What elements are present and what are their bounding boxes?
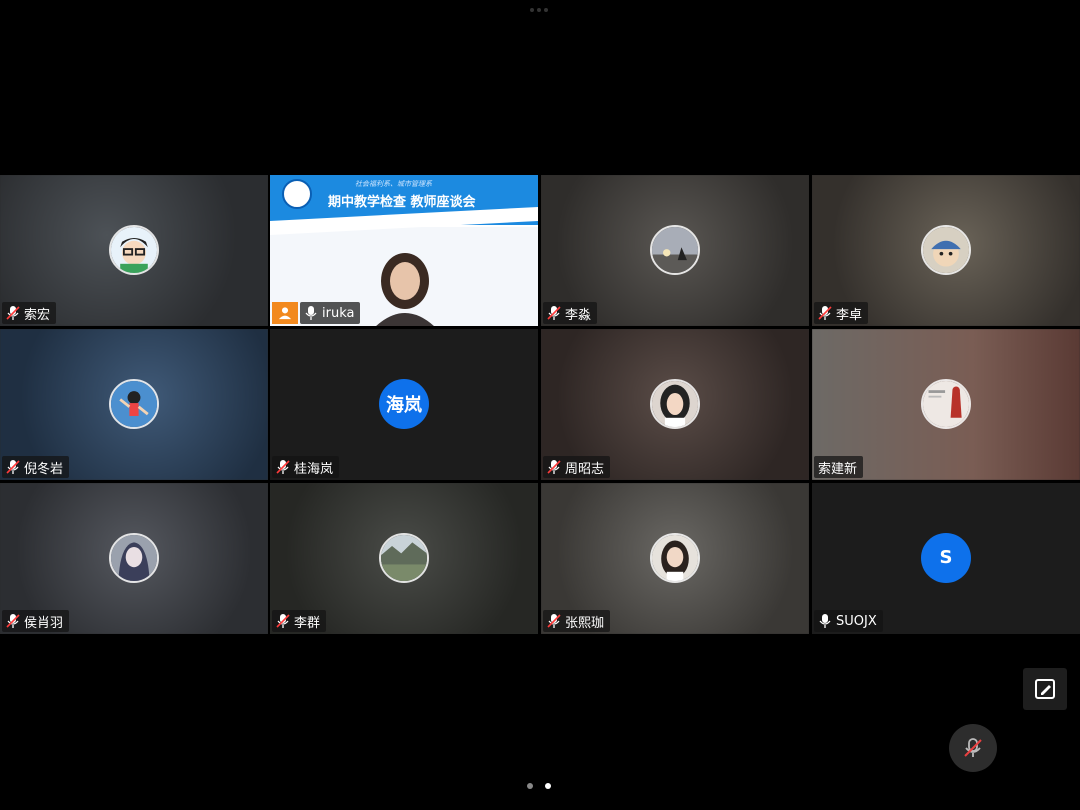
presenter-video	[365, 247, 445, 326]
avatar: 海岚	[379, 378, 429, 429]
participant-name-tag: 索宏	[2, 302, 57, 324]
mic-muted-icon	[547, 459, 561, 475]
avatar	[650, 532, 700, 583]
participant-name-tag: SUOJX	[814, 610, 883, 632]
participant-name-tag: 侯肖羽	[2, 610, 70, 632]
participant-tile[interactable]: S SUOJX	[812, 483, 1080, 634]
participant-name: 桂海岚	[294, 461, 334, 477]
participant-name: 索建新	[818, 461, 858, 477]
participant-name-tag: 周昭志	[543, 456, 611, 478]
participant-name-tag: 李群	[272, 610, 327, 632]
participant-tile[interactable]: 海岚 桂海岚	[270, 329, 538, 480]
avatar: S	[921, 532, 971, 583]
participant-tile[interactable]: 倪冬岩	[0, 329, 268, 480]
participant-name: 侯肖羽	[24, 615, 64, 631]
participant-name-tag: 索建新	[814, 456, 864, 478]
pencil-square-icon	[1035, 679, 1055, 699]
participant-tile[interactable]: 李淼	[541, 175, 809, 326]
participant-name-tag: 桂海岚	[272, 456, 340, 478]
avatar	[109, 378, 159, 429]
participant-name: 李淼	[565, 307, 592, 323]
participant-name: 索宏	[24, 307, 51, 323]
mic-icon	[304, 305, 318, 321]
avatar	[379, 532, 429, 583]
mic-muted-icon	[547, 305, 561, 321]
mic-muted-icon	[6, 305, 20, 321]
participant-name: 李卓	[836, 307, 863, 323]
school-logo	[282, 179, 312, 209]
mic-muted-icon	[276, 613, 290, 629]
participant-tile[interactable]: 周昭志	[541, 329, 809, 480]
mic-muted-icon	[6, 459, 20, 475]
avatar	[921, 224, 971, 275]
participant-tile[interactable]: 李卓	[812, 175, 1080, 326]
participant-name-tag: 倪冬岩	[2, 456, 70, 478]
avatar	[650, 378, 700, 429]
slide-title: 期中教学检查 教师座谈会	[328, 195, 476, 210]
participant-name-tag: 李卓	[814, 302, 869, 324]
mic-muted-icon	[818, 305, 832, 321]
mic-muted-icon	[276, 459, 290, 475]
presenter-tile[interactable]: 社会福利系、城市管理系 期中教学检查 教师座谈会 iruka	[270, 175, 538, 326]
video-grid: 索宏 社会福利系、城市管理系 期中教学检查 教师座谈会 iruka 李淼 李卓 …	[0, 175, 1080, 634]
participant-name: 周昭志	[565, 461, 605, 477]
mic-icon	[818, 613, 832, 629]
avatar	[109, 532, 159, 583]
participant-name: 李群	[294, 615, 321, 631]
avatar	[921, 378, 971, 429]
participant-name-tag: iruka	[300, 302, 361, 324]
participant-name: iruka	[322, 305, 355, 321]
mic-muted-icon	[6, 613, 20, 629]
avatar	[109, 224, 159, 275]
annotate-button[interactable]	[1023, 668, 1067, 710]
participant-name: 倪冬岩	[24, 461, 64, 477]
participant-name: 张熙珈	[565, 615, 605, 631]
slide-subtitle: 社会福利系、城市管理系	[355, 180, 432, 188]
participant-name-tag: 张熙珈	[543, 610, 611, 632]
mic-muted-icon	[964, 738, 982, 757]
participant-tile[interactable]: 索建新	[812, 329, 1080, 480]
participant-name: SUOJX	[836, 613, 877, 629]
mute-button[interactable]	[949, 724, 997, 772]
page-dot-2[interactable]	[545, 783, 551, 789]
window-drag-handle[interactable]	[530, 8, 550, 14]
participant-name-tag: 李淼	[543, 302, 598, 324]
participant-tile[interactable]: 侯肖羽	[0, 483, 268, 634]
presenter-badge-icon	[272, 302, 298, 324]
participant-tile[interactable]: 张熙珈	[541, 483, 809, 634]
participant-tile[interactable]: 索宏	[0, 175, 268, 326]
page-dot-1[interactable]	[527, 783, 533, 789]
avatar	[650, 224, 700, 275]
page-indicator[interactable]	[527, 783, 551, 789]
mic-muted-icon	[547, 613, 561, 629]
participant-tile[interactable]: 李群	[270, 483, 538, 634]
